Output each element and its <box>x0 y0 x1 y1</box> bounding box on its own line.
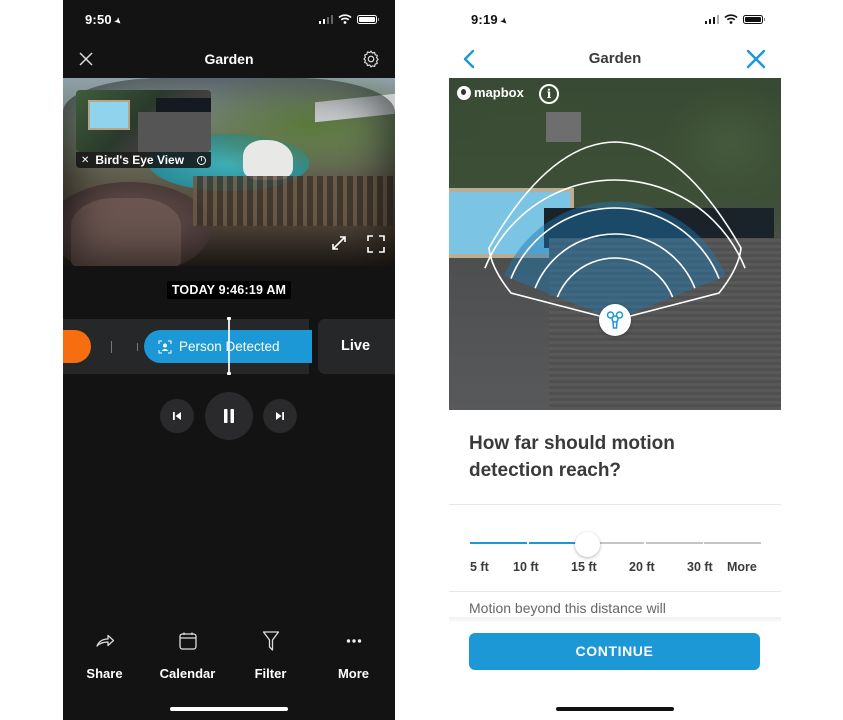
slider-knob[interactable] <box>575 532 600 557</box>
slider-tick-label[interactable]: 15 ft <box>571 560 597 574</box>
motion-range-setup-screen: 9:19➤ Garden mapbox i How far should mot… <box>449 0 781 720</box>
person-icon <box>158 340 172 353</box>
slider-tick-label[interactable]: 20 ft <box>629 560 655 574</box>
timeline-tick <box>137 343 138 351</box>
active-zone-fill <box>504 201 726 320</box>
status-time: 9:19➤ <box>471 12 511 28</box>
info-icon[interactable]: i <box>197 155 206 165</box>
mapbox-attribution[interactable]: mapbox <box>457 85 524 100</box>
page-title: Garden <box>204 51 254 67</box>
gear-icon[interactable] <box>361 49 381 69</box>
divider <box>449 504 781 505</box>
motion-zone-rings[interactable] <box>449 78 781 410</box>
share-icon <box>95 634 114 647</box>
header: Garden <box>449 40 781 78</box>
filter-button[interactable]: Filter <box>229 630 312 681</box>
skip-previous-icon <box>173 412 181 420</box>
camera-location-pin[interactable] <box>599 304 631 336</box>
birds-eye-view-label: ✕ Bird's Eye View i <box>76 152 211 168</box>
birds-eye-view-thumbnail[interactable] <box>76 90 211 152</box>
mapbox-logo-icon <box>457 85 471 100</box>
calendar-icon <box>178 632 197 650</box>
event-timeline[interactable]: Person Detected <box>63 319 312 374</box>
battery-icon <box>357 14 379 24</box>
continue-button[interactable]: CONTINUE <box>469 633 760 670</box>
home-indicator[interactable] <box>556 707 674 711</box>
timeline-playhead[interactable] <box>226 317 231 375</box>
filter-icon <box>262 631 279 651</box>
pause-button[interactable] <box>205 392 253 440</box>
timeline-tick <box>111 341 112 353</box>
camera-device-icon <box>606 311 624 329</box>
slider-tick-label[interactable]: 5 ft <box>470 560 489 574</box>
divider <box>449 591 781 592</box>
bottom-toolbar: Share Calendar Filter More <box>63 630 395 681</box>
wifi-icon <box>724 14 738 24</box>
pause-icon <box>224 409 234 423</box>
status-bar: 9:50➤ <box>63 0 395 40</box>
status-time: 9:50➤ <box>85 12 125 28</box>
camera-video-feed[interactable]: ✕ Bird's Eye View i <box>63 78 395 266</box>
question-heading: How far should motion detection reach? <box>469 433 675 481</box>
skip-next-icon <box>276 412 284 420</box>
calendar-button[interactable]: Calendar <box>146 630 229 681</box>
distance-tick-labels: 5 ft 10 ft 15 ft 20 ft 30 ft More <box>449 560 781 576</box>
description-text: Motion beyond this distance will <box>469 600 666 616</box>
distance-slider[interactable] <box>470 532 761 557</box>
close-icon[interactable] <box>745 48 767 70</box>
motion-event-marker[interactable] <box>63 330 91 363</box>
satellite-map[interactable]: mapbox i <box>449 78 781 410</box>
slider-tick-label[interactable]: 30 ft <box>687 560 713 574</box>
close-icon[interactable]: ✕ <box>81 155 89 166</box>
info-icon[interactable]: i <box>539 84 559 104</box>
status-bar: 9:19➤ <box>449 0 781 40</box>
signal-icon <box>318 14 333 24</box>
event-timestamp: TODAY 9:46:19 AM <box>63 281 395 299</box>
ring-live-view-screen: 9:50➤ Garden ✕ Bird's Eye View i TODAY 9… <box>63 0 395 720</box>
home-indicator[interactable] <box>170 707 288 711</box>
location-arrow-icon: ➤ <box>497 14 511 28</box>
signal-icon <box>704 14 719 24</box>
wifi-icon <box>338 14 352 24</box>
skip-next-button[interactable] <box>263 399 297 433</box>
more-dots-icon <box>346 639 361 643</box>
skip-previous-button[interactable] <box>160 399 194 433</box>
location-arrow-icon: ➤ <box>111 14 125 28</box>
more-button[interactable]: More <box>312 630 395 681</box>
expand-arrows-icon[interactable] <box>329 233 349 253</box>
page-title: Garden <box>588 50 642 67</box>
slider-segment[interactable] <box>645 542 703 544</box>
slider-segment[interactable] <box>704 542 761 544</box>
header: Garden <box>63 40 395 78</box>
slider-tick-label[interactable]: More <box>727 560 757 574</box>
fullscreen-icon[interactable] <box>366 234 386 254</box>
share-button[interactable]: Share <box>63 630 146 681</box>
battery-icon <box>743 14 765 24</box>
live-button[interactable]: Live <box>318 319 395 374</box>
slider-tick-label[interactable]: 10 ft <box>513 560 539 574</box>
slider-segment[interactable] <box>470 542 527 544</box>
